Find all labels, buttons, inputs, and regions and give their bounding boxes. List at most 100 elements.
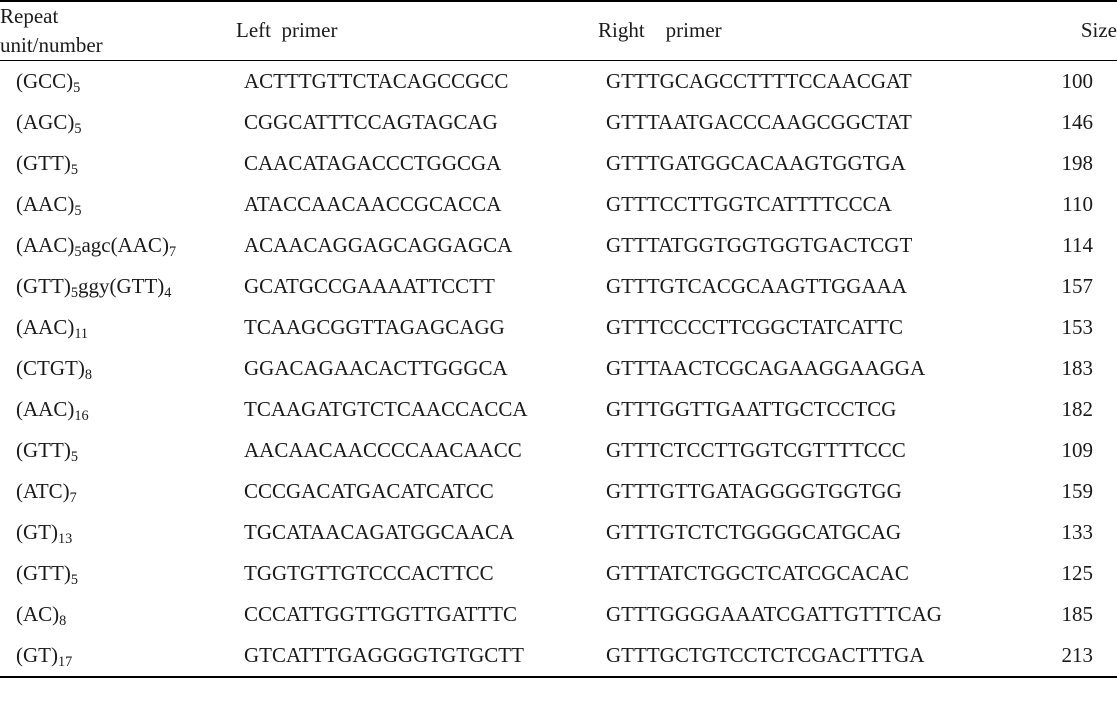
repeat-unit-expression: (GTT)5 [16,437,78,464]
cell-left-primer: CCCATTGGTTGGTTGATTTC [244,601,517,626]
repeat-unit-base: (GTT) [16,437,71,462]
table-row: (AAC)5agc(AAC)7 ACAACAGGAGCAGGAGCA GTTTATG… [0,225,1117,266]
cell-left-primer: GGACAGAACACTTGGGCA [244,355,508,380]
repeat-unit-expression: (AAC)16 [16,397,89,424]
repeat-unit-count: 16 [74,407,89,424]
table-header: Repeat unit/number Left primer Right pri… [0,0,1117,61]
cell-size: 159 [1061,478,1094,503]
repeat-unit-count: 11 [74,325,89,342]
cell-left-primer: TGGTGTTGTCCCACTTCC [244,560,494,585]
column-header-size: Size [1008,0,1117,61]
repeat-unit-count: 5 [70,571,78,588]
cell-left-primer: CAACATAGACCCTGGCGA [244,150,502,175]
cell-size: 100 [1061,68,1094,93]
cell-repeat-unit-number: (GTT)5 [0,430,236,471]
cell-right-primer: GTTTCTCCTTGGTCGTTTTCCC [606,437,906,462]
repeat-unit-base: (GTT) [16,560,71,585]
repeat-unit-expression: (AC)8 [16,601,66,628]
cell-left-primer: AACAACAACCCCAACAACC [244,437,522,462]
repeat-unit-count: 7 [69,489,77,506]
cell-right-primer: GTTTGCAGCCTTTTCCAACGAT [606,68,912,93]
cell-repeat-unit-number: (AC)8 [0,594,236,635]
table-row: (AAC)5 ATACCAACAACCGCACCA GTTTCCTTGGTCATTT… [0,184,1117,225]
cell-left-primer: CCCGACATGACATCATCC [244,478,494,503]
repeat-unit-base: (GTT) [16,273,71,298]
cell-right-primer: GTTTGGTTGAATTGCTCCTCG [606,396,897,421]
repeat-unit-expression: (GTT)5ggy(GTT)4 [16,273,172,301]
cell-repeat-unit-number: (AAC)16 [0,389,236,430]
cell-size: 146 [1061,109,1094,134]
repeat-unit-count: 13 [57,530,73,547]
repeat-unit-base: (ATC) [16,478,70,503]
column-header-repeat-line1: Repeat [0,4,59,28]
repeat-unit-base: (CTGT) [16,355,85,380]
primer-table: Repeat unit/number Left primer Right pri… [0,0,1117,678]
repeat-unit-expression: (AGC)5 [16,110,82,137]
cell-size: 125 [1061,560,1094,585]
repeat-unit-count: 5 [70,161,78,178]
cell-repeat-unit-number: (CTGT)8 [0,348,236,389]
repeat-unit-expression: (CTGT)8 [16,355,92,382]
cell-repeat-unit-number: (GCC)5 [0,60,236,102]
cell-right-primer: GTTTAATGACCCAAGCGGCTAT [606,109,912,134]
repeat-unit-expression: (GCC)5 [16,69,81,96]
repeat-unit-expression: (GT)13 [16,519,73,547]
repeat-unit-expression: (AAC)5 [16,192,81,218]
column-header-repeat-unit-number: Repeat unit/number [0,0,236,61]
table-row: (GTT)5ggy(GTT)4 GCATGCCGAAAATTCCTT GTTTGTC… [0,266,1117,307]
column-header-right-primer: Right primer [598,0,1008,61]
table-row: (GCC)5 ACTTTGTTCTACAGCCGCC GTTTGCAGCCTTTTC… [0,60,1117,102]
cell-left-primer: TGCATAACAGATGGCAACA [244,519,515,544]
repeat-unit-expression: (GTT)5 [16,560,78,588]
cell-right-primer: GTTTATCTGGCTCATCGCACAC [606,560,909,585]
cell-size: 183 [1061,355,1094,380]
repeat-unit-extra: ggy(GTT) [77,273,165,298]
table-row: (AGC)5 CGGCATTTCCAGTAGCAG GTTTAATGACCCAAGC… [0,102,1117,143]
cell-right-primer: GTTTGATGGCACAAGTGGTGA [606,150,906,175]
repeat-unit-base: (AC) [16,601,60,626]
repeat-unit-base: (GT) [16,519,58,544]
repeat-unit-expression: (GTT)5 [16,150,78,178]
table-row: (AAC)11 TCAAGCGGTTAGAGCAGG GTTTCCCCTTCGGCT… [0,307,1117,348]
table-row: (GT)17 GTCATTTGAGGGGTGTGCTT GTTTGCTGTCCTCT… [0,634,1117,678]
cell-size: 198 [1061,150,1094,175]
table-row: (CTGT)8 GGACAGAACACTTGGGCA GTTTAACTCGCAGAA… [0,348,1117,389]
cell-right-primer: GTTTGCTGTCCTCTCGACTTTGA [598,634,1008,678]
repeat-unit-base: (GTT) [16,150,71,175]
repeat-unit-count: 5 [73,79,81,96]
cell-repeat-unit-number: (AAC)5 [0,184,236,225]
cell-right-primer: GTTTGTCTCTGGGGCATGCAG [606,519,902,544]
cell-size: 114 [1062,232,1093,257]
repeat-unit-count: 5 [70,284,78,301]
cell-left-primer: GCATGCCGAAAATTCCTT [244,273,495,298]
repeat-unit-extra-count: 7 [168,243,177,260]
repeat-unit-expression: (AAC)11 [16,314,89,342]
cell-size: 110 [1062,191,1093,216]
cell-left-primer: TCAAGCGGTTAGAGCAGG [244,314,505,339]
cell-size: 133 [1061,519,1094,544]
repeat-unit-extra-count: 4 [164,284,172,301]
repeat-unit-base: (AAC) [16,314,75,339]
column-header-size-label: Size [1080,18,1117,43]
cell-right-primer: GTTTGTTGATAGGGGTGGTGG [606,478,902,503]
table-row: (AAC)16 TCAAGATGTCTCAACCACCA GTTTGGTTGAATT… [0,389,1117,430]
cell-left-primer: GTCATTTGAGGGGTGTGCTT [236,634,598,678]
cell-repeat-unit-number: (GTT)5ggy(GTT)4 [0,266,236,307]
cell-right-primer: GTTTCCTTGGTCATTTTCCCA [606,191,892,216]
cell-size: 109 [1061,437,1094,462]
cell-size: 213 [1008,634,1117,678]
repeat-unit-base: (GT) [16,642,58,667]
cell-right-primer: GTTTGTCACGCAAGTTGGAAA [606,273,907,298]
cell-repeat-unit-number: (GTT)5 [0,143,236,184]
repeat-unit-count: 5 [74,120,82,137]
column-header-right-primer-label: Right primer [598,18,722,43]
repeat-unit-count: 17 [57,653,73,670]
repeat-unit-expression: (AAC)5agc(AAC)7 [16,233,177,260]
cell-size: 153 [1061,314,1094,339]
cell-repeat-unit-number: (GTT)5 [0,553,236,594]
cell-repeat-unit-number: (AAC)5agc(AAC)7 [0,225,236,266]
cell-left-primer: CGGCATTTCCAGTAGCAG [244,109,498,134]
table-header-row: Repeat unit/number Left primer Right pri… [0,0,1117,61]
column-header-left-primer-label: Left primer [236,18,338,43]
table-row: (ATC)7 CCCGACATGACATCATCC GTTTGTTGATAGGGGT… [0,471,1117,512]
